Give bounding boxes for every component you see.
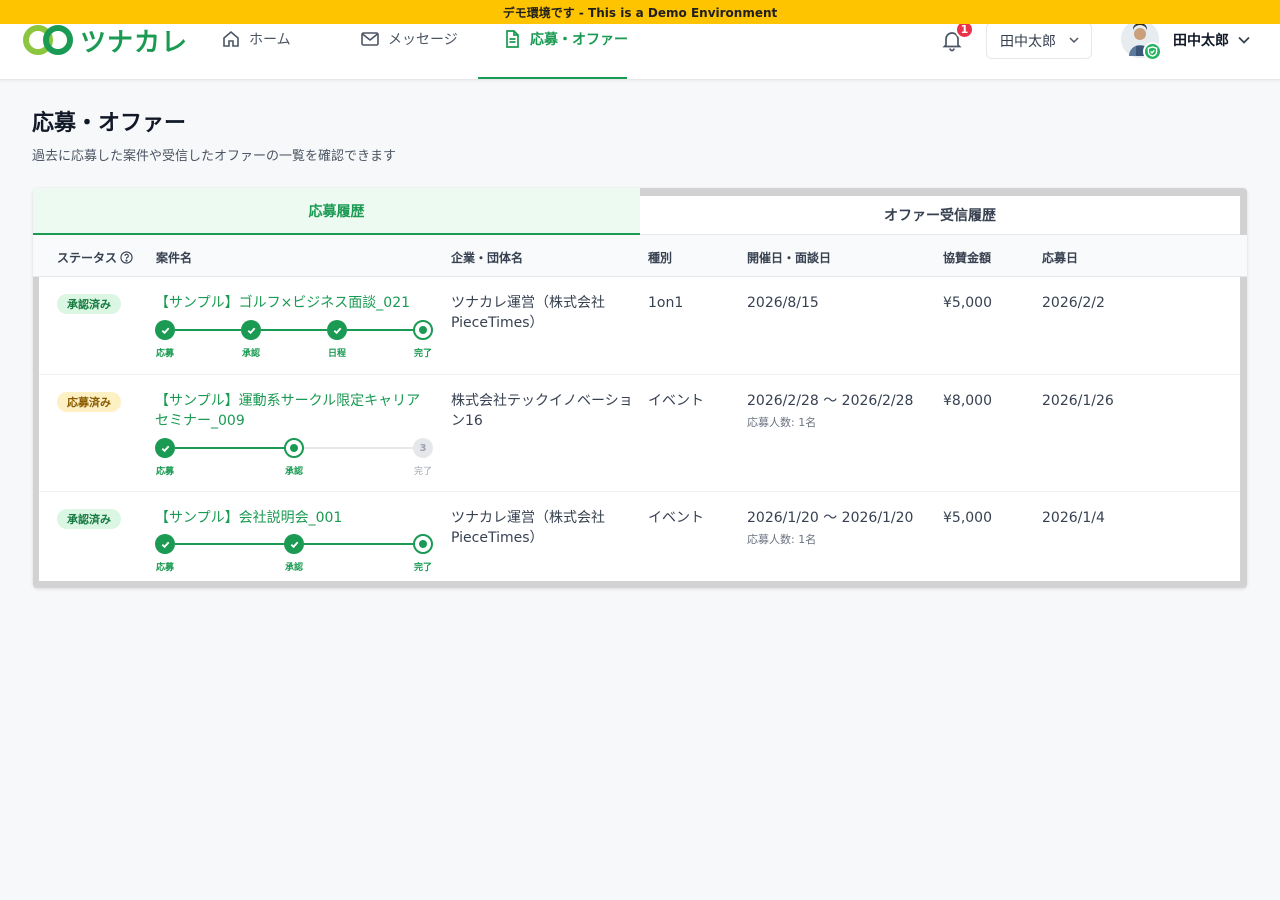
logo-rings-icon — [23, 25, 73, 55]
event-date: 2026/8/15 — [747, 293, 819, 313]
help-icon[interactable] — [120, 251, 133, 264]
logo-text: ツナカレ — [80, 27, 189, 58]
step-connector — [304, 543, 413, 545]
step-check-icon — [284, 534, 304, 554]
step-connector — [347, 329, 413, 331]
nav-active-indicator — [478, 77, 627, 79]
sponsor-amount: ¥8,000 — [943, 393, 992, 409]
step-connector — [175, 543, 284, 545]
step-check-icon — [155, 438, 175, 458]
step-current-icon — [413, 534, 433, 554]
user-menu-chevron-icon[interactable] — [1236, 32, 1252, 48]
col-date: 開催日・面談日 — [747, 251, 832, 265]
event-date: 2026/1/20 〜 2026/1/20 応募人数: 1名 — [747, 508, 913, 550]
project-title-link[interactable]: 【サンプル】会社説明会_001 — [155, 508, 425, 528]
tab-offer-history[interactable]: オファー受信履歴 — [640, 196, 1240, 235]
event-date-value: 2026/1/20 〜 2026/1/20 — [747, 510, 914, 526]
applied-date: 2026/1/4 — [1042, 510, 1105, 526]
step-connector — [175, 329, 241, 331]
nav-applications[interactable]: 応募・オファー — [502, 24, 628, 80]
nav-home-label: ホーム — [249, 32, 291, 48]
sponsor-amount: ¥5,000 — [943, 510, 992, 526]
page-subtitle: 過去に応募した案件や受信したオファーの一覧を確認できます — [32, 149, 397, 164]
project-type: イベント — [648, 393, 704, 409]
applicant-count: 応募人数: 1名 — [747, 416, 817, 429]
document-icon — [502, 29, 522, 49]
company-name: ツナカレ運営（株式会社PieceTimes） — [451, 510, 605, 546]
user-name: 田中太郎 — [1173, 33, 1229, 49]
status-badge: 応募済み — [57, 392, 121, 412]
step-connector — [175, 447, 284, 449]
step-connector — [261, 329, 327, 331]
col-title: 案件名 — [156, 251, 193, 265]
step-connector — [304, 447, 413, 449]
step-current-icon — [284, 438, 304, 458]
demo-banner: デモ環境です - This is a Demo Environment — [0, 0, 1280, 24]
progress-stepper: 応募 承認 完了 — [155, 534, 435, 574]
step-label: 応募 — [155, 467, 174, 477]
verified-shield-icon — [1143, 42, 1162, 61]
project-title-link[interactable]: 【サンプル】ゴルフ×ビジネス面談_021 — [155, 293, 425, 313]
event-date-value: 2026/8/15 — [747, 295, 819, 311]
step-label: 応募 — [155, 349, 174, 359]
page-title: 応募・オファー — [32, 111, 187, 136]
account-select-value: 田中太郎 — [1000, 33, 1056, 50]
table-row[interactable]: 応募済み 【サンプル】運動系サークル限定キャリアセミナー_009 3 応募 承認… — [39, 374, 1240, 491]
progress-stepper: 応募 承認 日程 完了 — [155, 320, 435, 360]
sponsor-amount: ¥5,000 — [943, 295, 992, 311]
nav-messages[interactable]: メッセージ — [360, 24, 458, 80]
chevron-down-icon — [1069, 37, 1079, 44]
step-label: 承認 — [284, 467, 303, 477]
event-date-value: 2026/2/28 〜 2026/2/28 — [747, 393, 914, 409]
nav-messages-label: メッセージ — [388, 32, 458, 48]
logo[interactable]: ツナカレ — [22, 22, 188, 58]
applied-date: 2026/1/26 — [1042, 393, 1114, 409]
status-badge: 承認済み — [57, 294, 121, 314]
col-status-label: ステータス — [57, 251, 118, 265]
status-badge: 承認済み — [57, 509, 121, 529]
step-check-icon — [241, 320, 261, 340]
table-body: 承認済み 【サンプル】ゴルフ×ビジネス面談_021 応募 承認 日程 完了 ツナ… — [39, 277, 1240, 581]
event-date: 2026/2/28 〜 2026/2/28 応募人数: 1名 — [747, 391, 913, 433]
col-type: 種別 — [648, 251, 673, 265]
step-label: 承認 — [284, 563, 303, 573]
applied-date: 2026/2/2 — [1042, 295, 1105, 311]
col-applied: 応募日 — [1042, 251, 1079, 265]
step-label: 完了 — [413, 349, 432, 359]
mail-icon — [360, 29, 380, 49]
project-type: 1on1 — [648, 295, 684, 311]
table-header: ステータス 案件名 企業・団体名 種別 開催日・面談日 協賛金額 応募日 — [33, 235, 1247, 277]
step-label: 完了 — [413, 467, 432, 477]
progress-stepper: 3 応募 承認 完了 — [155, 438, 435, 478]
project-title-link[interactable]: 【サンプル】運動系サークル限定キャリアセミナー_009 — [155, 391, 425, 431]
table-row[interactable]: 承認済み 【サンプル】会社説明会_001 応募 承認 完了 ツナカレ運営（株式会… — [39, 491, 1240, 581]
tab-application-history[interactable]: 応募履歴 — [33, 188, 640, 235]
step-label: 日程 — [327, 349, 346, 359]
project-type: イベント — [648, 510, 704, 526]
nav-applications-label: 応募・オファー — [530, 32, 628, 48]
account-select[interactable]: 田中太郎 — [986, 22, 1092, 59]
company-name: ツナカレ運営（株式会社PieceTimes） — [451, 295, 605, 331]
applications-card: 応募履歴 オファー受信履歴 ステータス 案件名 企業・団体名 種別 開催日・面談… — [33, 188, 1247, 588]
table-row[interactable]: 承認済み 【サンプル】ゴルフ×ビジネス面談_021 応募 承認 日程 完了 ツナ… — [39, 277, 1240, 374]
step-label: 応募 — [155, 563, 174, 573]
step-label: 承認 — [241, 349, 260, 359]
step-label: 完了 — [413, 563, 432, 573]
step-check-icon — [155, 534, 175, 554]
step-check-icon — [327, 320, 347, 340]
col-amount: 協賛金額 — [943, 251, 992, 265]
home-icon — [221, 29, 241, 49]
step-check-icon — [155, 320, 175, 340]
applicant-count: 応募人数: 1名 — [747, 533, 817, 546]
company-name: 株式会社テックイノベーション16 — [451, 393, 633, 429]
col-company: 企業・団体名 — [451, 251, 524, 265]
nav-home[interactable]: ホーム — [221, 24, 291, 80]
step-number: 3 — [413, 438, 433, 458]
col-status: ステータス — [57, 249, 133, 266]
step-current-icon — [413, 320, 433, 340]
